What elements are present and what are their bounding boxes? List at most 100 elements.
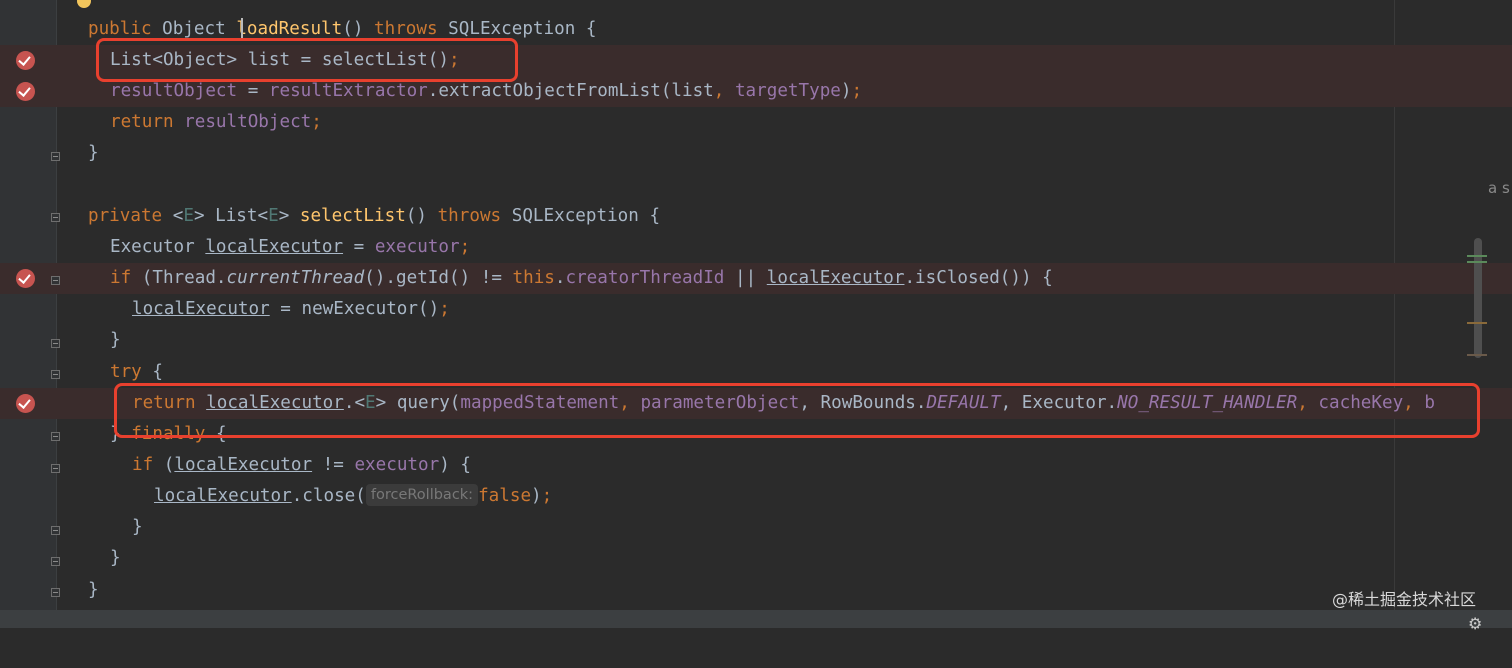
fold-marker-icon[interactable] — [51, 588, 60, 597]
code-line-14[interactable]: if (localExecutor != executor) { — [0, 450, 1512, 481]
token: ( — [163, 455, 175, 475]
fold-marker-icon[interactable] — [51, 370, 60, 379]
code-line-7[interactable]: Executor localExecutor = executor; — [0, 232, 1512, 263]
token: () — [405, 206, 438, 226]
error-stripe-mark[interactable] — [1467, 255, 1487, 257]
text-caret — [241, 18, 243, 40]
token: this — [512, 268, 555, 288]
token: .isClosed()) { — [904, 268, 1053, 288]
code-text: } — [132, 512, 143, 543]
token: resultObject — [184, 112, 312, 132]
code-text: private <E> List<E> selectList() throws … — [88, 201, 660, 232]
code-text: if (localExecutor != executor) { — [132, 450, 471, 481]
gear-icon[interactable]: ⚙ — [1468, 614, 1482, 633]
token: } — [88, 580, 99, 600]
code-text: Executor localExecutor = executor; — [110, 232, 470, 263]
token: creatorThreadId — [565, 268, 725, 288]
token: (Thread. — [141, 268, 227, 288]
fold-marker-icon[interactable] — [51, 526, 60, 535]
token: loadResult — [236, 19, 343, 39]
token: private — [88, 206, 173, 226]
token: E — [183, 206, 194, 226]
token: > — [278, 206, 300, 226]
fold-marker-icon[interactable] — [51, 339, 60, 348]
code-line-10[interactable]: } — [0, 325, 1512, 356]
token: E — [268, 206, 279, 226]
token: try — [110, 362, 153, 382]
token: ; — [541, 486, 553, 506]
lightbulb-icon[interactable] — [77, 0, 91, 8]
token: { — [152, 362, 163, 382]
token: ().getId() != — [364, 268, 513, 288]
token: targetType — [734, 81, 841, 101]
token: ) — [840, 81, 852, 101]
token: SQLException { — [501, 206, 661, 226]
error-stripe-mark[interactable] — [1467, 354, 1487, 356]
fold-marker-icon[interactable] — [51, 152, 60, 161]
error-stripe-mark[interactable] — [1467, 322, 1487, 324]
side-panel-text: a s — [1488, 179, 1510, 197]
token: resultExtractor — [268, 81, 428, 101]
token: = newExecutor() — [269, 299, 440, 319]
token: } — [132, 517, 143, 537]
fold-marker-icon[interactable] — [51, 557, 60, 566]
code-text: } — [110, 543, 121, 574]
code-line-8[interactable]: if (Thread.currentThread().getId() != th… — [0, 263, 1512, 294]
code-line-18[interactable]: } — [0, 575, 1512, 606]
token: .close( — [291, 486, 366, 506]
token: ; — [459, 237, 471, 257]
breakpoint-check-icon[interactable] — [16, 51, 35, 70]
token: return — [110, 112, 185, 132]
token: = — [237, 81, 269, 101]
code-line-15[interactable]: localExecutor.close(forceRollback: false)… — [0, 481, 1512, 512]
token: selectList — [299, 206, 406, 226]
token: } — [88, 143, 99, 163]
code-text: } — [110, 325, 121, 356]
token: false — [478, 486, 532, 506]
token: ; — [439, 299, 450, 319]
code-text: } — [88, 138, 99, 169]
highlight-box-query-call — [114, 383, 1480, 438]
code-line-4[interactable]: return resultObject; — [0, 107, 1512, 138]
token: > List< — [193, 206, 269, 226]
code-line-16[interactable]: } — [0, 512, 1512, 543]
code-line-9[interactable]: localExecutor = newExecutor(); — [0, 294, 1512, 325]
token: throws — [437, 206, 502, 226]
token: currentThread — [226, 268, 365, 288]
token: ) — [531, 486, 542, 506]
code-text: localExecutor = newExecutor(); — [132, 294, 450, 325]
breakpoint-check-icon[interactable] — [16, 82, 35, 101]
error-stripe-mark[interactable] — [1467, 261, 1487, 263]
code-line-6[interactable]: private <E> List<E> selectList() throws … — [0, 201, 1512, 232]
code-line-17[interactable]: } — [0, 543, 1512, 574]
token: executor — [354, 455, 440, 475]
token: } — [110, 548, 121, 568]
fold-marker-icon[interactable] — [51, 464, 60, 473]
token: SQLException { — [437, 19, 597, 39]
token: executor — [374, 237, 460, 257]
token: .extractObjectFromList(list — [427, 81, 714, 101]
code-text: return resultObject; — [110, 107, 322, 138]
token: localExecutor — [174, 455, 313, 475]
token: , — [713, 81, 735, 101]
fold-marker-icon[interactable] — [51, 213, 60, 222]
token: localExecutor — [132, 299, 270, 319]
breakpoint-check-icon[interactable] — [16, 269, 35, 288]
token: if — [110, 268, 142, 288]
breakpoint-check-icon[interactable] — [16, 394, 35, 413]
token: ) { — [439, 455, 471, 475]
token: throws — [374, 19, 438, 39]
token: if — [132, 455, 164, 475]
code-text: localExecutor.close(forceRollback: false)… — [154, 481, 552, 512]
fold-marker-icon[interactable] — [51, 276, 60, 285]
token: localExecutor — [766, 268, 905, 288]
token: Executor — [110, 237, 206, 257]
code-line-5[interactable]: } — [0, 138, 1512, 169]
code-text: if (Thread.currentThread().getId() != th… — [110, 263, 1053, 294]
token: } — [110, 330, 121, 350]
token: resultObject — [110, 81, 238, 101]
watermark: @稀土掘金技术社区 — [1332, 590, 1477, 609]
code-editor[interactable]: public Object loadResult() throws SQLExc… — [0, 0, 1512, 628]
fold-marker-icon[interactable] — [51, 432, 60, 441]
token: < — [172, 206, 184, 226]
